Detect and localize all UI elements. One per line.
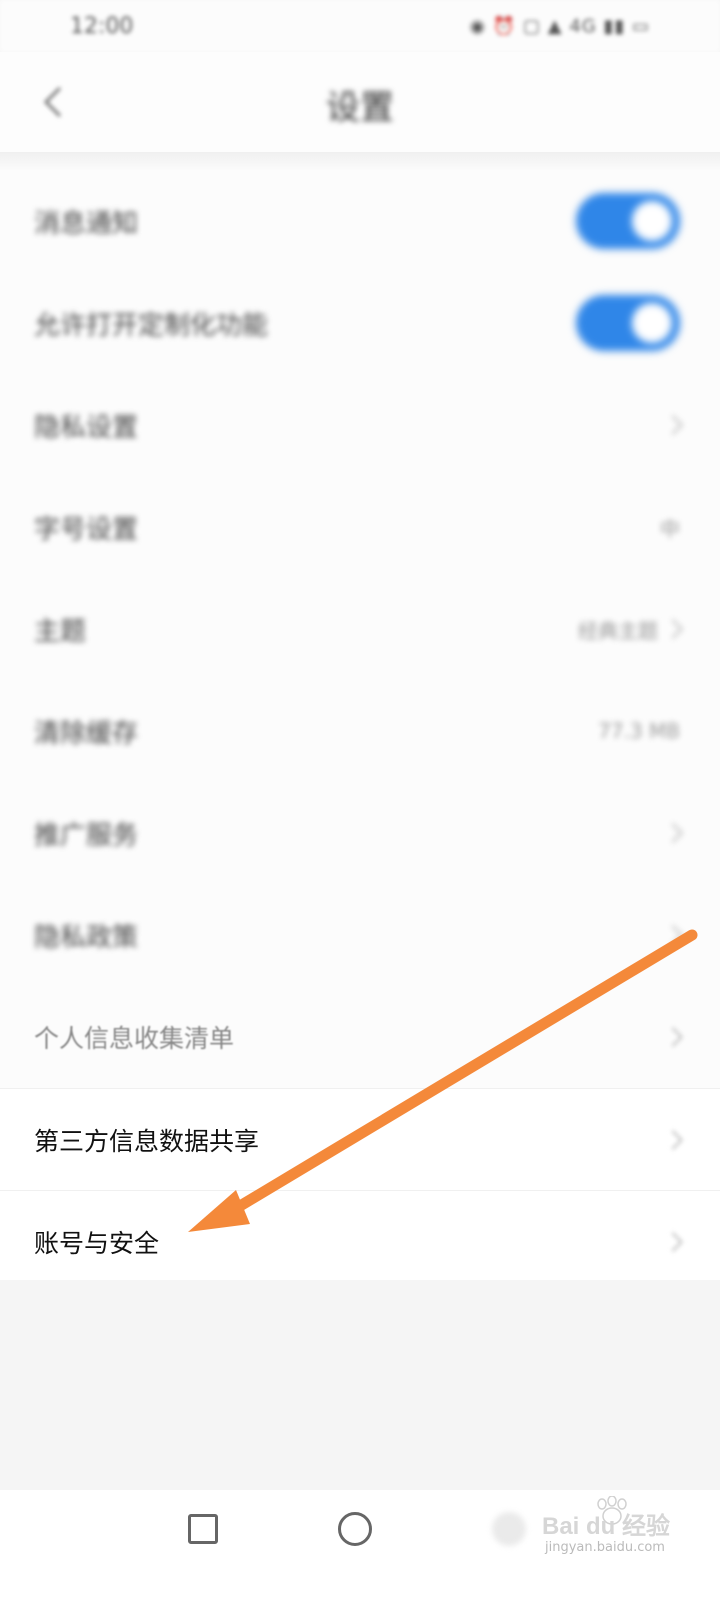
settings-list: 消息通知 允许打开定制化功能 隐私设置 字号设置 中 主题 经典主题 清除缓存 …	[0, 170, 720, 1292]
row-right: 77.3 MB	[598, 680, 680, 782]
row-right	[663, 884, 683, 986]
row-right	[663, 782, 683, 884]
settings-row-label: 消息通知	[34, 208, 139, 239]
settings-row-value: 中	[660, 516, 680, 541]
custom-feature-toggle[interactable]	[576, 295, 680, 351]
settings-row-label: 清除缓存	[34, 718, 139, 749]
settings-row-notifications[interactable]: 消息通知	[0, 170, 720, 272]
header-divider	[0, 152, 720, 170]
notifications-toggle[interactable]	[576, 193, 680, 249]
settings-row-label: 隐私政策	[34, 922, 139, 953]
toggle-knob	[632, 303, 672, 343]
baidu-jingyan-watermark-icon: Bai du 经验	[542, 1496, 670, 1540]
watermark-url: jingyan.baidu.com	[545, 1540, 665, 1555]
square-recent-icon[interactable]	[188, 1514, 218, 1544]
settings-row-font-size[interactable]: 字号设置 中	[0, 476, 720, 578]
settings-row-label: 字号设置	[34, 514, 139, 545]
chevron-right-icon	[663, 619, 683, 639]
settings-row-value: 77.3 MB	[598, 719, 680, 743]
settings-row-third-party-sharing[interactable]: 第三方信息数据共享	[0, 1088, 720, 1190]
row-right	[663, 374, 683, 476]
settings-row-label: 个人信息收集清单	[34, 1024, 235, 1053]
settings-row-label: 账号与安全	[34, 1228, 160, 1258]
chevron-right-icon	[663, 1231, 683, 1252]
settings-row-privacy-settings[interactable]: 隐私设置	[0, 374, 720, 476]
status-bar: 12:00 ◉ ⏰ ▢ ▲ 4G ▮▮ ▭	[0, 0, 720, 52]
status-time: 12:00	[70, 13, 134, 39]
chevron-right-icon	[663, 415, 683, 435]
empty-area	[0, 1280, 720, 1490]
settings-row-label: 隐私设置	[34, 412, 139, 443]
chevron-right-icon	[663, 823, 683, 843]
settings-row-account-security[interactable]: 账号与安全	[0, 1190, 720, 1292]
circle-home-icon[interactable]	[338, 1512, 372, 1546]
watermark-brand: Bai du 经验	[542, 1512, 670, 1540]
settings-row-privacy-policy[interactable]: 隐私政策	[0, 884, 720, 986]
settings-row-personal-info-list[interactable]: 个人信息收集清单	[0, 986, 720, 1088]
row-right: 中	[660, 476, 680, 578]
header: 设置	[0, 52, 720, 152]
page-title: 设置	[326, 88, 394, 128]
row-right	[663, 1089, 683, 1190]
row-right	[576, 272, 680, 374]
settings-row-label: 主题	[34, 616, 87, 647]
toggle-knob	[632, 201, 672, 241]
status-icons: ◉ ⏰ ▢ ▲ 4G ▮▮ ▭	[469, 15, 650, 37]
row-right	[663, 1191, 683, 1292]
row-right	[663, 986, 683, 1088]
settings-row-label: 推广服务	[34, 820, 139, 851]
back-nav-icon[interactable]	[492, 1512, 526, 1546]
settings-row-custom-feature[interactable]: 允许打开定制化功能	[0, 272, 720, 374]
settings-row-value: 经典主题	[578, 618, 658, 643]
chevron-right-icon	[663, 1129, 683, 1150]
settings-row-label: 第三方信息数据共享	[34, 1126, 260, 1156]
chevron-right-icon	[663, 925, 683, 945]
settings-row-theme[interactable]: 主题 经典主题	[0, 578, 720, 680]
settings-row-clear-cache[interactable]: 清除缓存 77.3 MB	[0, 680, 720, 782]
row-right	[576, 170, 680, 272]
settings-row-label: 允许打开定制化功能	[34, 310, 269, 341]
settings-row-promotion[interactable]: 推广服务	[0, 782, 720, 884]
row-right: 经典主题	[578, 578, 683, 680]
settings-screen: 12:00 ◉ ⏰ ▢ ▲ 4G ▮▮ ▭ 设置 消息通知 允许打开定制化功能 …	[0, 0, 720, 1600]
chevron-right-icon	[663, 1027, 683, 1047]
